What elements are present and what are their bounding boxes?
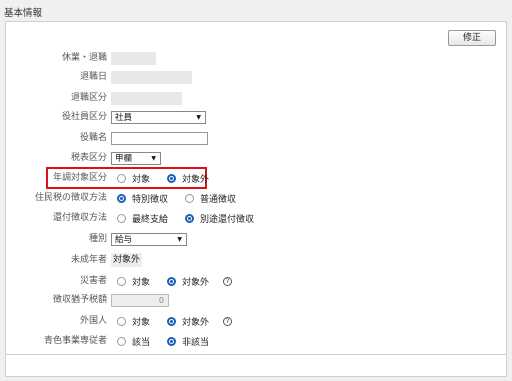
row-year-end: 年調対象区分 対象 対象外 [0,170,512,186]
row-officer-type: 役社員区分 社員 ▼ [0,109,512,125]
leave-label: 休業・退職 [61,53,107,63]
disaster-option-target[interactable]: 対象 [117,275,150,288]
withheld-label: 徴収猶予税額 [52,295,107,305]
blue-form-option-applicable[interactable]: 該当 [117,335,150,348]
blue-form-option-not-applicable[interactable]: 非該当 [167,335,209,348]
officer-type-label: 役社員区分 [61,112,107,122]
officer-type-select[interactable]: 社員 ▼ [111,110,206,124]
year-end-label: 年調対象区分 [52,173,107,183]
retire-type-label: 退職区分 [70,93,107,103]
foreigner-label: 外国人 [79,316,107,326]
foreigner-option-nontarget[interactable]: 対象外 [167,315,209,328]
radio-icon [117,276,126,286]
disaster-label: 災害者 [79,276,107,286]
retire-date-value [111,70,192,84]
chevron-down-icon: ▼ [151,154,156,162]
help-icon[interactable]: ? [223,276,233,286]
resident-tax-option-special[interactable]: 特別徴収 [117,192,168,205]
radio-selected-icon [167,276,177,286]
kind-value: 給与 [115,235,133,245]
withheld-amount-input[interactable]: 0 [111,293,169,307]
row-disaster: 災害者 対象 対象外 ? [0,273,512,289]
radio-icon [117,316,126,326]
edit-button[interactable]: 修正 [448,30,496,46]
radio-selected-icon [167,336,177,346]
row-withheld: 徴収猶予税額 0 [0,292,512,308]
row-kind: 種別 給与 ▼ [0,231,512,247]
title-label: 役職名 [79,133,107,143]
tax-type-select[interactable]: 甲欄 ▼ [111,151,161,165]
minor-value: 対象外 [111,253,143,267]
tax-type-label: 税表区分 [70,153,107,163]
leave-value [111,51,156,65]
radio-icon [185,193,195,203]
radio-selected-icon [167,316,177,326]
refund-option-separate[interactable]: 別途還付徴収 [185,212,254,225]
radio-icon [117,173,126,183]
kind-select[interactable]: 給与 ▼ [111,232,187,246]
retire-date-label: 退職日 [79,72,107,82]
row-foreigner: 外国人 対象 対象外 ? [0,313,512,329]
row-retire-date: 退職日 [0,69,512,85]
year-end-option-target[interactable]: 対象 [117,172,150,185]
disaster-option-nontarget[interactable]: 対象外 [167,275,209,288]
kind-label: 種別 [88,234,107,244]
row-resident-tax: 住民税の徴収方法 特別徴収 普通徴収 [0,190,512,206]
row-refund: 還付徴収方法 最終支給 別途還付徴収 [0,210,512,226]
radio-selected-icon [185,213,195,223]
row-blue-form: 青色事業専従者 該当 非該当 [0,333,512,349]
resident-tax-label: 住民税の徴収方法 [34,193,107,203]
radio-selected-icon [117,193,126,203]
row-title: 役職名 [0,130,512,146]
footer-bar [5,355,507,377]
foreigner-option-target[interactable]: 対象 [117,315,150,328]
retire-type-value [111,91,182,105]
refund-option-final[interactable]: 最終支給 [117,212,168,225]
blue-form-label: 青色事業専従者 [43,336,107,346]
radio-icon [117,336,126,346]
row-retire-type: 退職区分 [0,90,512,106]
radio-icon [117,213,126,223]
help-icon[interactable]: ? [223,316,233,326]
chevron-down-icon: ▼ [196,113,201,121]
resident-tax-option-normal[interactable]: 普通徴収 [185,192,236,205]
title-input[interactable] [111,131,208,145]
year-end-option-nontarget[interactable]: 対象外 [167,172,209,185]
tax-type-value: 甲欄 [115,154,133,164]
chevron-down-icon: ▼ [177,235,182,243]
officer-type-value: 社員 [115,113,133,123]
row-leave: 休業・退職 [0,50,512,66]
section-title: 基本情報 [4,8,43,19]
radio-selected-icon [167,173,177,183]
row-minor: 未成年者 対象外 [0,252,512,268]
minor-label: 未成年者 [70,255,107,265]
row-tax-type: 税表区分 甲欄 ▼ [0,150,512,166]
refund-label: 還付徴収方法 [52,213,107,223]
